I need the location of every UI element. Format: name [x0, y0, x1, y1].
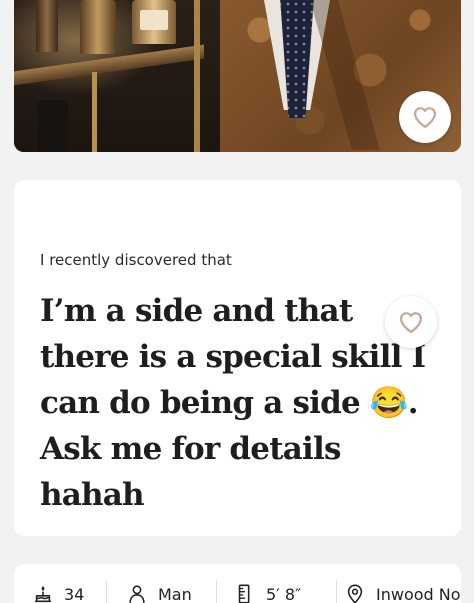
gender-value: Man [158, 584, 192, 603]
ruler-icon [238, 584, 250, 603]
heart-icon [399, 312, 423, 334]
person-icon [129, 585, 145, 603]
cake-icon [34, 586, 52, 603]
shelf-pole [194, 0, 200, 152]
shelf-leg [92, 72, 97, 152]
divider [336, 580, 337, 603]
location-value: Inwood No [376, 584, 461, 603]
age-value: 34 [64, 584, 85, 603]
info-location: Inwood No [344, 580, 461, 603]
like-prompt-button[interactable] [385, 296, 437, 348]
bottle [132, 0, 176, 44]
like-photo-button[interactable] [399, 91, 451, 143]
info-height: 5′ 8″ [234, 580, 301, 603]
bottle [36, 0, 58, 52]
bottle [80, 0, 116, 54]
prompt-question: I recently discovered that [40, 251, 232, 269]
bottle [38, 100, 68, 152]
location-pin-icon [347, 584, 363, 603]
divider [216, 580, 217, 603]
prompt-card: I recently discovered that I’m a side an… [14, 180, 461, 536]
divider [106, 580, 107, 603]
info-gender: Man [126, 580, 192, 603]
height-value: 5′ 8″ [266, 584, 302, 603]
profile-photo[interactable] [14, 0, 461, 152]
heart-icon [413, 107, 437, 129]
profile-info-bar: 34 Man 5′ 8″ Inwood No [14, 564, 461, 603]
prompt-answer: I’m a side and that there is a special s… [40, 293, 426, 513]
info-age: 34 [32, 580, 84, 603]
